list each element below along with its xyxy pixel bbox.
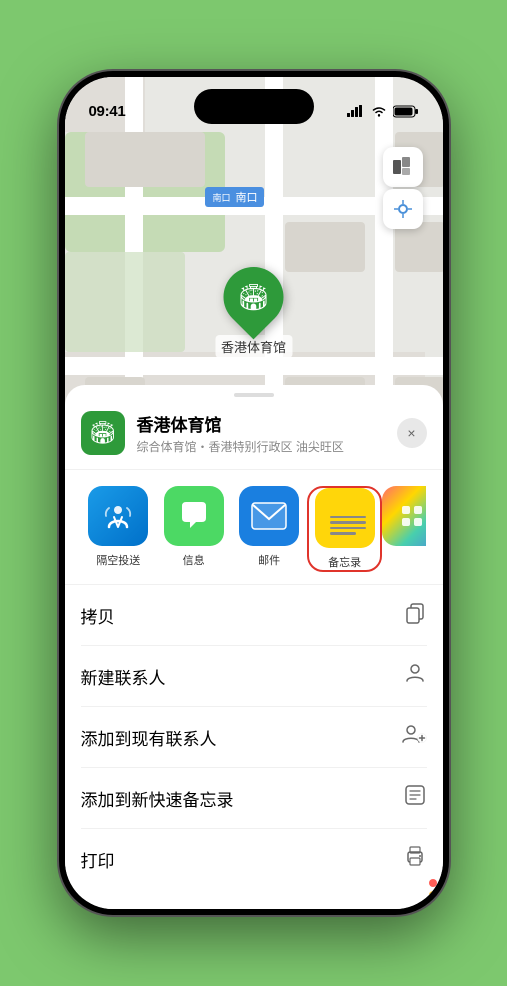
share-item-message[interactable]: 信息 [156, 486, 231, 572]
wifi-icon [371, 105, 387, 117]
action-item-quick-note[interactable]: 添加到新快速备忘录 [81, 768, 427, 829]
share-row: 隔空投送 信息 [65, 470, 443, 585]
action-item-print[interactable]: 打印 [81, 829, 427, 889]
message-label: 信息 [183, 552, 205, 568]
action-label-quick-note: 添加到新快速备忘录 [81, 786, 234, 811]
stadium-pin: 🏟 [211, 255, 296, 340]
action-item-add-contact[interactable]: 添加到现有联系人 [81, 707, 427, 768]
airdrop-label: 隔空投送 [96, 552, 140, 568]
close-button[interactable]: × [397, 418, 427, 448]
action-label-new-contact: 新建联系人 [81, 664, 166, 689]
map-btn-group [383, 147, 423, 229]
venue-info: 香港体育馆 综合体育馆・香港特别行政区 油尖旺区 [137, 411, 397, 455]
bottom-sheet: 🏟 香港体育馆 综合体育馆・香港特别行政区 油尖旺区 × [65, 385, 443, 909]
stadium-marker: 🏟 香港体育馆 [215, 267, 292, 358]
battery-icon [393, 105, 419, 118]
share-item-airdrop[interactable]: 隔空投送 [81, 486, 156, 572]
signal-icon [347, 105, 365, 117]
print-icon [403, 844, 427, 874]
message-icon [164, 486, 224, 546]
share-item-mail[interactable]: 邮件 [231, 486, 306, 572]
mail-icon [239, 486, 299, 546]
venue-icon: 🏟 [81, 411, 125, 455]
mail-label: 邮件 [258, 552, 280, 568]
notes-label: 备忘录 [328, 554, 361, 570]
venue-header: 🏟 香港体育馆 综合体育馆・香港特别行政区 油尖旺区 × [65, 397, 443, 470]
action-label-print: 打印 [81, 847, 115, 872]
copy-icon [403, 600, 427, 630]
share-item-more[interactable] [382, 486, 426, 572]
action-label-copy: 拷贝 [81, 603, 115, 628]
phone-frame: 09:41 [59, 71, 449, 915]
phone-screen: 09:41 [65, 77, 443, 909]
status-time: 09:41 [89, 103, 126, 120]
venue-subtitle: 综合体育馆・香港特别行政区 油尖旺区 [137, 438, 397, 455]
action-item-new-contact[interactable]: 新建联系人 [81, 646, 427, 707]
airdrop-icon [88, 486, 148, 546]
action-list: 拷贝 新建联系人 [65, 585, 443, 889]
quick-note-icon [403, 783, 427, 813]
share-item-notes[interactable]: 备忘录 [307, 486, 383, 572]
action-item-copy[interactable]: 拷贝 [81, 585, 427, 646]
map-type-button[interactable] [383, 147, 423, 187]
action-label-add-contact: 添加到现有联系人 [81, 725, 217, 750]
dynamic-island [194, 89, 314, 124]
stadium-pin-icon: 🏟 [237, 282, 270, 313]
venue-name: 香港体育馆 [137, 411, 397, 436]
person-add-icon [401, 722, 427, 752]
map-label-nank: 南口 南口 [205, 187, 264, 207]
notes-icon [315, 488, 375, 548]
notes-lines [324, 508, 372, 539]
person-icon [403, 661, 427, 691]
location-button[interactable] [383, 189, 423, 229]
status-icons [347, 105, 419, 118]
